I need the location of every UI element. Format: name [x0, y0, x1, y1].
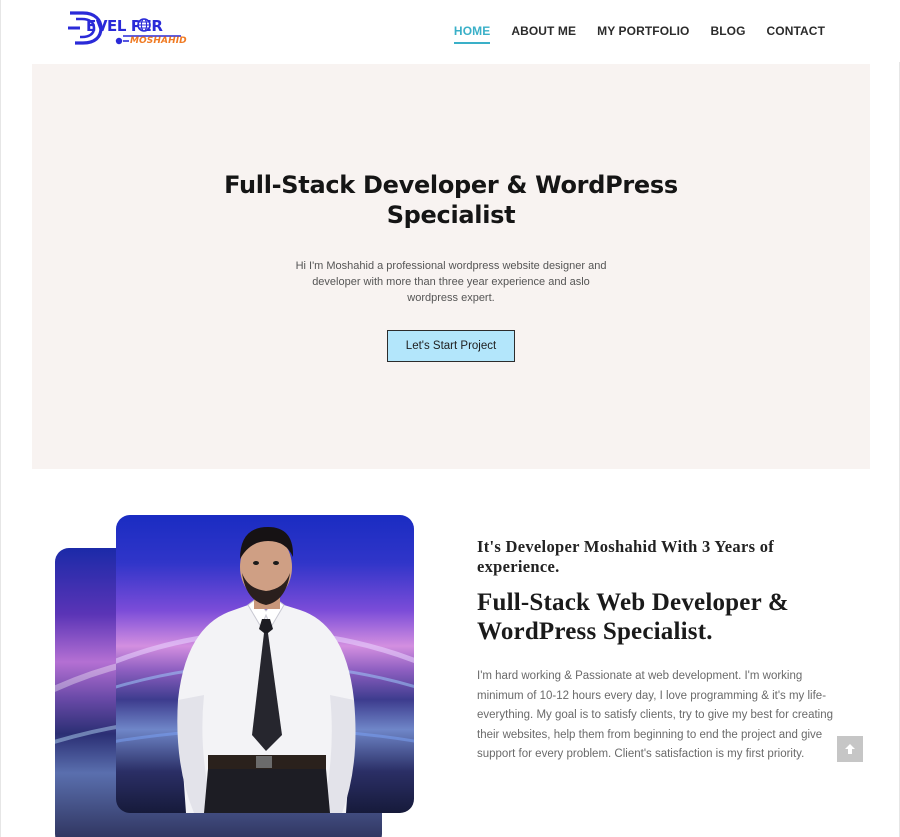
arrow-up-icon: [845, 744, 855, 754]
start-project-button[interactable]: Let's Start Project: [387, 330, 515, 362]
logo-subtitle: MOSHAHID: [130, 36, 187, 46]
globe-icon: [137, 18, 151, 32]
logo-text: EVEL PER: [86, 17, 163, 35]
hero-title: Full-Stack Developer & WordPress Special…: [224, 171, 678, 229]
nav-contact[interactable]: CONTACT: [767, 24, 825, 44]
nav-blog[interactable]: BLOG: [710, 24, 745, 44]
profile-photo: [116, 515, 414, 813]
about-section: It's Developer Moshahid With 3 Years of …: [477, 537, 837, 765]
hero-description: Hi I'm Moshahid a professional wordpress…: [295, 260, 607, 304]
about-description: I'm hard working & Passionate at web dev…: [477, 670, 834, 761]
site-header: EVEL PER MOSHAHID HOME ABOUT ME MY PORTF…: [1, 0, 900, 62]
main-navigation: HOME ABOUT ME MY PORTFOLIO BLOG CONTACT: [453, 24, 825, 44]
person-portrait: [116, 527, 414, 813]
nav-my-portfolio[interactable]: MY PORTFOLIO: [597, 24, 689, 44]
nav-home[interactable]: HOME: [453, 24, 491, 44]
about-title: Full-Stack Web Developer & WordPress Spe…: [477, 589, 789, 645]
site-logo[interactable]: EVEL PER MOSHAHID: [67, 10, 187, 50]
scroll-to-top-button[interactable]: [837, 736, 863, 762]
nav-about-me[interactable]: ABOUT ME: [511, 24, 576, 44]
hero-section: Full-Stack Developer & WordPress Special…: [32, 64, 870, 469]
about-intro: It's Developer Moshahid With 3 Years of …: [477, 537, 775, 576]
